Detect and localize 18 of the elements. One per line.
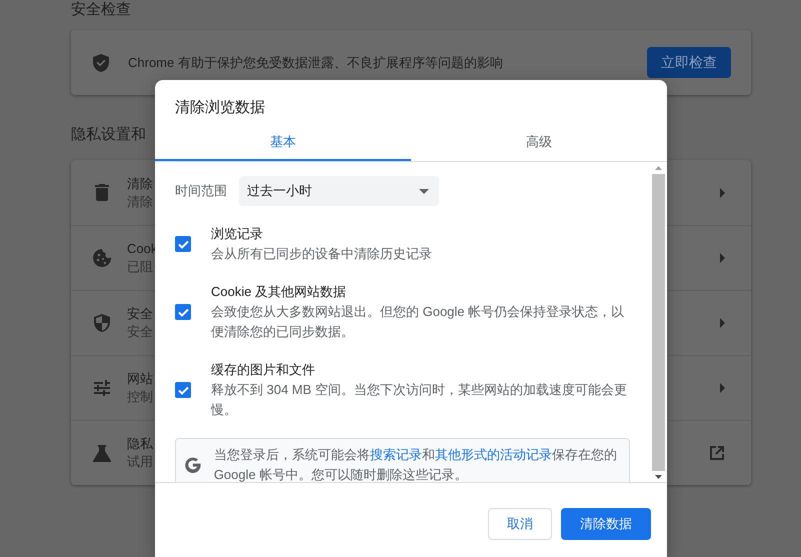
option-title: 缓存的图片和文件 — [211, 361, 316, 379]
row-title: 安全 — [127, 305, 153, 323]
time-range-label: 时间范围 — [175, 182, 227, 200]
option-title: 浏览记录 — [211, 225, 264, 243]
option-description: 会致使您从大多数网站退出。但您的 Google 帐号仍会保持登录状态，以便清除您的已同步数据。 — [211, 303, 626, 341]
option-description: 释放不到 304 MB 空间。当您下次访问时，某些网站的加载速度可能会更慢。 — [211, 381, 628, 419]
info-text: 当您登录后，系统可能会将搜索记录和其他形式的活动记录保存在您的 Google 帐号中。您可以随时删除这些记录。 — [214, 446, 618, 482]
safety-check-text: Chrome 有助于保护您免受数据泄露、不良扩展程序等问题的影响 — [128, 54, 504, 72]
row-title: 网站 — [127, 370, 153, 388]
option-title: Cookie 及其他网站数据 — [211, 283, 348, 301]
option-description: 会从所有已同步的设备中清除历史记录 — [211, 245, 433, 263]
row-title: 隐私 — [127, 435, 153, 453]
row-subtitle: 控制 — [127, 388, 153, 406]
dialog-title: 清除浏览数据 — [174, 98, 266, 118]
section-heading: 隐私设置和 — [71, 125, 146, 145]
row-title: 清除 — [127, 174, 153, 192]
row-subtitle: 清除 — [127, 192, 153, 210]
section-heading: 安全检查 — [71, 0, 131, 19]
